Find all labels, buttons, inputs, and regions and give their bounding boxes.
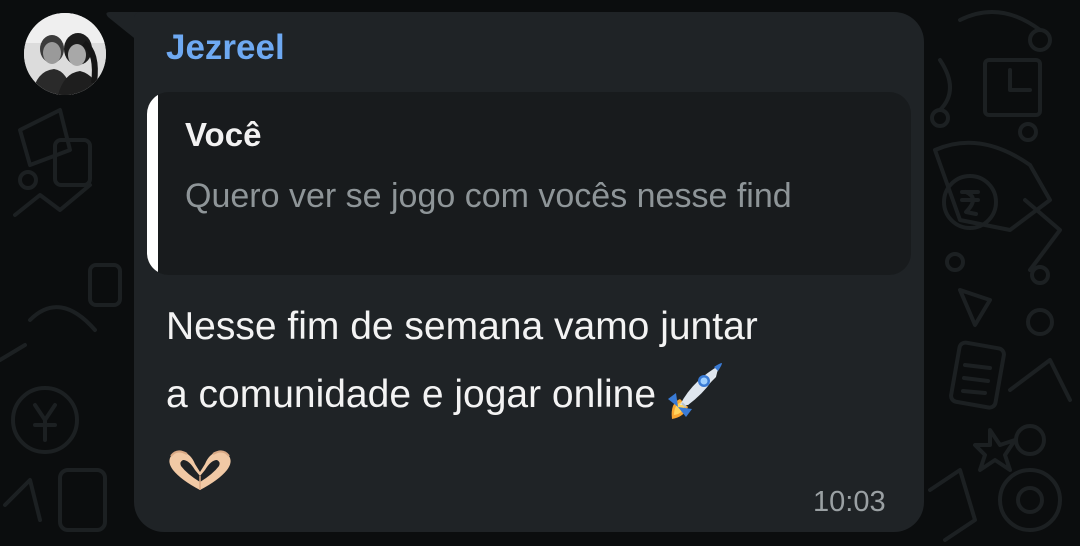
message-line-1: Nesse fim de semana vamo juntar xyxy=(166,305,758,348)
rocket-emoji xyxy=(668,363,723,419)
message-timestamp: 10:03 xyxy=(813,486,886,518)
message-line-2-wrap: a comunidade e jogar online xyxy=(166,359,896,427)
reply-text: Quero ver se jogo com vocês nesse find xyxy=(185,177,792,215)
message-body: Nesse fim de semana vamo juntar a comuni… xyxy=(166,295,896,427)
avatar-photo xyxy=(24,13,106,95)
reply-quote-bar xyxy=(147,92,158,275)
reply-author: Você xyxy=(185,116,262,153)
heart-hands-emoji xyxy=(169,450,231,490)
message-line-2: a comunidade e jogar online xyxy=(166,373,657,416)
sender-name[interactable]: Jezreel xyxy=(166,28,285,68)
sender-avatar[interactable] xyxy=(24,13,106,95)
reply-quote[interactable]: Você Quero ver se jogo com vocês nesse f… xyxy=(147,92,911,275)
